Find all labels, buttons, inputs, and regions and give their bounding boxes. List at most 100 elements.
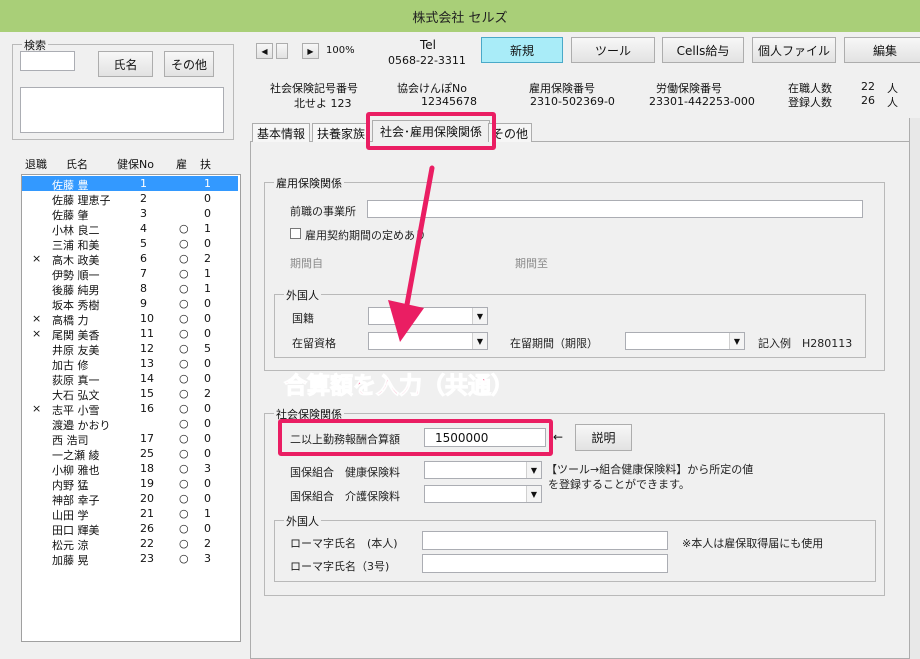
fuyo-count: 0 — [204, 312, 211, 325]
employee-list[interactable]: 佐藤 豊 1 1 佐藤 理恵子 2 0 佐藤 肇 3 0 小林 良二 4 ○ 1 三浦 和美 5 ○ 0 × 高木 … — [21, 174, 241, 642]
list-item[interactable]: 三浦 和美 5 ○ 0 — [22, 236, 238, 252]
nav-next-button[interactable]: ▶ — [302, 43, 319, 59]
kyokai-value: 12345678 — [421, 95, 477, 108]
list-item[interactable]: 荻原 真一 14 ○ 0 — [22, 371, 238, 387]
window-title: 株式会社 セルズ — [412, 11, 508, 26]
koyo-mark: ○ — [179, 432, 189, 445]
koyo-mark: ○ — [179, 297, 189, 310]
list-item[interactable]: 佐藤 理恵子 2 0 — [22, 191, 238, 207]
annotation-arrow — [388, 165, 435, 342]
kenpo-no: 6 — [140, 252, 147, 265]
fuyo-count: 3 — [204, 552, 211, 565]
example-text: 記入例 H280113 — [758, 337, 853, 350]
right-scroll-panel[interactable] — [909, 118, 920, 659]
list-item[interactable]: 佐藤 豊11 — [22, 176, 238, 192]
koyo-mark: ○ — [179, 267, 189, 280]
list-item[interactable]: × 高木 政美 6 ○ 2 — [22, 251, 238, 267]
list-item[interactable]: 大石 弘文 15 ○ 2 — [22, 386, 238, 402]
fuyo-count: 0 — [204, 327, 211, 340]
fuyo-count: 1 — [204, 222, 211, 235]
kenpo-no: 13 — [140, 357, 154, 370]
tool-button[interactable]: ツール — [571, 37, 655, 63]
list-item[interactable]: 佐藤 肇30 — [22, 206, 238, 222]
list-item[interactable]: 加藤 晃 23 ○ 3 — [22, 551, 238, 567]
list-item[interactable]: × 志平 小雪 16 ○ 0 — [22, 401, 238, 417]
search-result-box[interactable] — [20, 87, 224, 133]
koyo-mark: ○ — [179, 252, 189, 265]
period-limit-label: 在留期間（期限） — [510, 337, 598, 350]
fuyo-count: 0 — [204, 522, 211, 535]
kaigo-select[interactable]: ▼ — [424, 485, 542, 503]
personal-file-button[interactable]: 個人ファイル — [752, 37, 836, 63]
retire-mark: × — [32, 312, 42, 325]
list-item[interactable]: 神部 幸子 20 ○ 0 — [22, 491, 238, 507]
gassan-highlight-box — [278, 419, 553, 456]
list-item[interactable]: 井原 友美 12 ○ 5 — [22, 341, 238, 357]
edit-button[interactable]: 編集 — [844, 37, 920, 63]
fuyo-count: 0 — [204, 297, 211, 310]
kenpo-no: 19 — [140, 477, 154, 490]
fuyo-count: 0 — [204, 237, 211, 250]
new-button[interactable]: 新規 — [481, 37, 563, 63]
list-item[interactable]: 小柳 雅也 18 ○ 3 — [22, 461, 238, 477]
list-item[interactable]: 山田 学 21 ○ 1 — [22, 506, 238, 522]
kenko-select[interactable]: ▼ — [424, 461, 542, 479]
list-item[interactable]: 一之瀬 綾 25 ○ 0 — [22, 446, 238, 462]
kyokai-label: 協会けんぽNo — [397, 82, 467, 95]
nav-first-button[interactable]: ◀ — [256, 43, 273, 59]
fuyo-count: 1 — [204, 507, 211, 520]
chevron-down-icon: ▼ — [472, 333, 487, 349]
status-label: 在留資格 — [292, 337, 336, 350]
nav-prev-button[interactable] — [276, 43, 288, 59]
fuyo-count: 2 — [204, 252, 211, 265]
koyo-mark: ○ — [179, 507, 189, 520]
fuyo-count: 0 — [204, 372, 211, 385]
kenpo-no: 10 — [140, 312, 154, 325]
kenpo-no: 20 — [140, 492, 154, 505]
list-item[interactable]: 西 浩司 17 ○ 0 — [22, 431, 238, 447]
kenpo-no: 2 — [140, 192, 147, 205]
toroku-unit: 人 — [887, 96, 898, 109]
roma-name-input-1[interactable] — [422, 531, 668, 550]
koyo-mark: ○ — [179, 477, 189, 490]
kenpo-no: 3 — [140, 207, 147, 220]
fuyo-count: 1 — [204, 177, 211, 190]
tab-dependents[interactable]: 扶養家族 — [312, 123, 370, 142]
search-input[interactable] — [20, 51, 75, 71]
kenpo-no: 17 — [140, 432, 154, 445]
list-item[interactable]: 田口 輝美 26 ○ 0 — [22, 521, 238, 537]
koyo-hoken-label: 雇用保険番号 — [529, 82, 595, 95]
list-item[interactable]: 加古 修 13 ○ 0 — [22, 356, 238, 372]
kenpo-no: 23 — [140, 552, 154, 565]
kenpo-no: 1 — [140, 177, 147, 190]
contract-period-checkbox[interactable] — [290, 228, 301, 239]
list-item[interactable]: 内野 猛 19 ○ 0 — [22, 476, 238, 492]
zoom-level: 100% — [326, 45, 355, 56]
koyo-mark: ○ — [179, 417, 189, 430]
roma-name-label-2: ローマ字氏名（3号) — [290, 560, 390, 573]
list-item[interactable]: 伊勢 順一 7 ○ 1 — [22, 266, 238, 282]
list-item[interactable]: 渡邉 かおり ○ 0 — [22, 416, 238, 432]
list-item[interactable]: 坂本 秀樹 9 ○ 0 — [22, 296, 238, 312]
kenpo-no: 5 — [140, 237, 147, 250]
prev-office-label: 前職の事業所 — [290, 205, 356, 218]
list-item[interactable]: × 高橋 力 10 ○ 0 — [22, 311, 238, 327]
shaho-label: 社会保険記号番号 — [270, 82, 358, 95]
other-search-button[interactable]: その他 — [164, 51, 214, 77]
list-item[interactable]: 後藤 純男 8 ○ 1 — [22, 281, 238, 297]
explain-button[interactable]: 説明 — [575, 424, 632, 451]
kenpo-no: 4 — [140, 222, 147, 235]
note-line-2: を登録することができます。 — [548, 478, 690, 491]
cells-salary-button[interactable]: Cells給与 — [662, 37, 744, 63]
tab-basic-info[interactable]: 基本情報 — [252, 123, 310, 142]
name-search-button[interactable]: 氏名 — [98, 51, 153, 77]
list-item[interactable]: 松元 涼 22 ○ 2 — [22, 536, 238, 552]
list-item[interactable]: 小林 良二 4 ○ 1 — [22, 221, 238, 237]
period-limit-select[interactable]: ▼ — [625, 332, 745, 350]
chevron-down-icon: ▼ — [526, 486, 541, 502]
fuyo-count: 0 — [204, 402, 211, 415]
list-item[interactable]: × 尾関 美香 11 ○ 0 — [22, 326, 238, 342]
koyo-mark: ○ — [179, 282, 189, 295]
rodo-hoken-label: 労働保険番号 — [656, 82, 722, 95]
roma-name-input-2[interactable] — [422, 554, 668, 573]
